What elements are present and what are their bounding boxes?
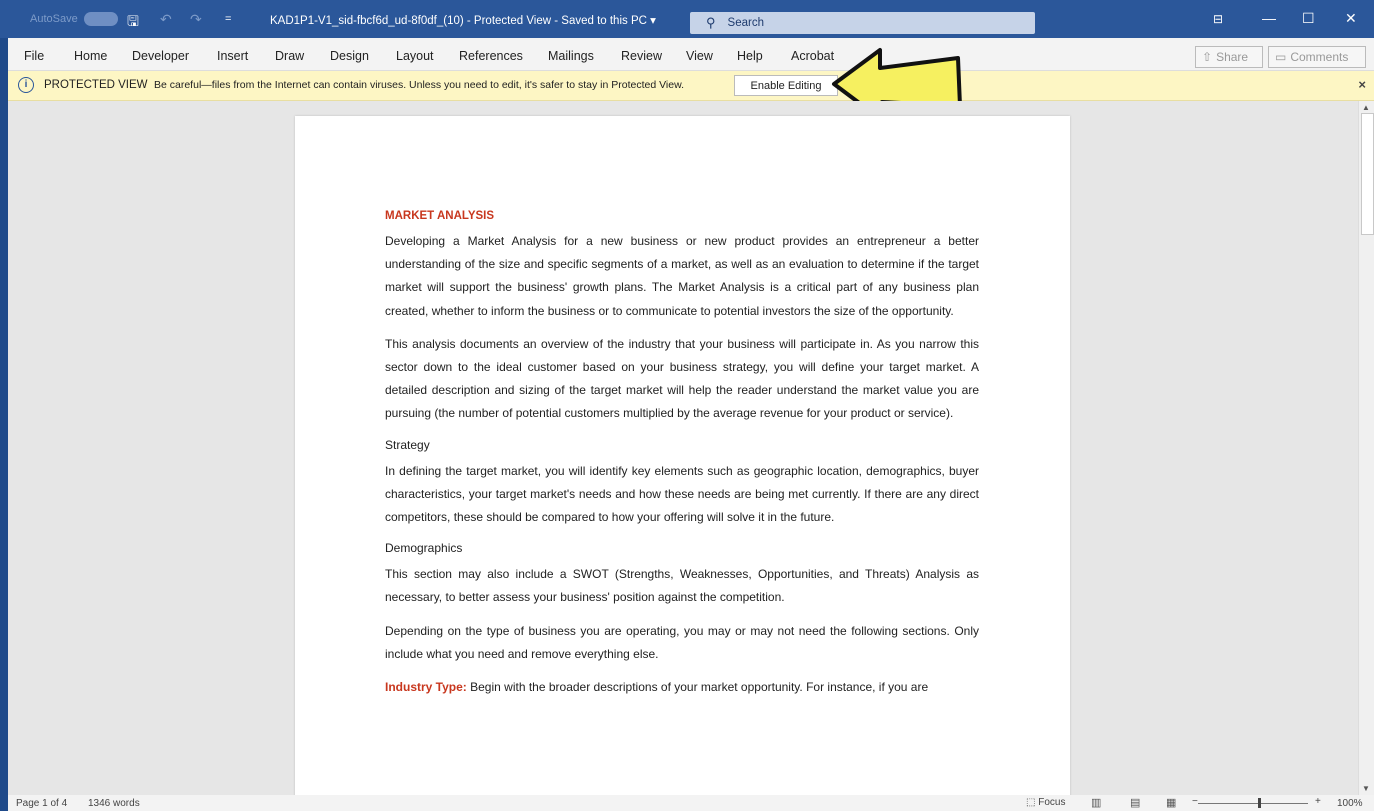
- autosave-label: AutoSave: [30, 13, 78, 25]
- comments-button[interactable]: ▭ Comments: [1268, 46, 1366, 68]
- page-count[interactable]: Page 1 of 4: [16, 798, 67, 809]
- status-bar: Page 1 of 4 1346 words ⬚ Focus ▥ ▤ ▦ − +…: [8, 795, 1374, 811]
- tab-developer[interactable]: Developer: [132, 49, 189, 63]
- search-icon: ⚲: [706, 15, 716, 30]
- focus-label: Focus: [1038, 797, 1066, 808]
- market-analysis-heading: MARKET ANALYSIS: [385, 210, 495, 222]
- search-placeholder: Search: [727, 17, 764, 29]
- protected-view-label: PROTECTED VIEW: [44, 79, 148, 91]
- autosave-control[interactable]: AutoSave: [30, 12, 118, 26]
- ribbon-tabs: File Home Developer Insert Draw Design L…: [8, 38, 1374, 71]
- zoom-level[interactable]: 100%: [1337, 798, 1363, 809]
- tab-design[interactable]: Design: [330, 49, 369, 63]
- tab-insert[interactable]: Insert: [217, 49, 248, 63]
- tab-review[interactable]: Review: [621, 49, 662, 63]
- save-icon[interactable]: 🖫: [127, 11, 139, 35]
- document-title: KAD1P1-V1_sid-fbcf6d_ud-8f0df_(10) - Pro…: [270, 15, 656, 27]
- paragraph-depending: Depending on the type of business you ar…: [385, 623, 979, 661]
- enable-editing-button[interactable]: Enable Editing: [734, 75, 838, 96]
- document-area[interactable]: MARKET ANALYSIS Developing a Market Anal…: [8, 101, 1358, 795]
- paragraph-overview: This analysis documents an overview of t…: [385, 336, 979, 421]
- scroll-up-icon[interactable]: ▲: [1362, 103, 1370, 112]
- tab-layout[interactable]: Layout: [396, 49, 434, 63]
- maximize-icon[interactable]: ☐: [1302, 10, 1315, 27]
- zoom-out-button[interactable]: −: [1192, 796, 1198, 807]
- zoom-slider-thumb[interactable]: [1258, 798, 1261, 808]
- focus-button[interactable]: ⬚ Focus: [1026, 797, 1065, 808]
- tab-mailings[interactable]: Mailings: [548, 49, 594, 63]
- customize-qat-icon[interactable]: =: [225, 13, 231, 25]
- paragraph-intro: Developing a Market Analysis for a new b…: [385, 234, 979, 318]
- search-box[interactable]: ⚲ Search: [690, 12, 1035, 34]
- redo-icon[interactable]: ↷: [190, 11, 202, 28]
- tab-home[interactable]: Home: [74, 49, 107, 63]
- tab-draw[interactable]: Draw: [275, 49, 304, 63]
- comment-icon: ▭: [1275, 50, 1287, 64]
- scroll-down-icon[interactable]: ▼: [1362, 784, 1370, 793]
- page-content: MARKET ANALYSIS Developing a Market Anal…: [385, 210, 979, 709]
- zoom-in-button[interactable]: +: [1315, 796, 1321, 807]
- tab-references[interactable]: References: [459, 49, 523, 63]
- tab-help[interactable]: Help: [737, 49, 763, 63]
- close-bar-icon[interactable]: ×: [1358, 77, 1366, 92]
- ribbon-display-icon[interactable]: ⊟: [1213, 12, 1223, 26]
- document-page[interactable]: MARKET ANALYSIS Developing a Market Anal…: [295, 116, 1070, 795]
- word-count[interactable]: 1346 words: [88, 798, 140, 809]
- close-icon[interactable]: ✕: [1345, 10, 1357, 27]
- industry-type-lead: Industry Type:: [385, 680, 467, 695]
- share-label: Share: [1216, 50, 1249, 64]
- paragraph-strategy: In defining the target market, you will …: [385, 463, 979, 525]
- paragraph-industry: Industry Type: Begin with the broader de…: [385, 676, 979, 699]
- print-layout-icon[interactable]: ▤: [1130, 796, 1140, 809]
- window-frame-edge: [0, 0, 8, 811]
- autosave-toggle[interactable]: [83, 12, 118, 26]
- protected-view-bar: i PROTECTED VIEW Be careful—files from t…: [8, 71, 1374, 101]
- share-button[interactable]: ⇧ Share: [1195, 46, 1263, 68]
- undo-icon[interactable]: ↶: [160, 11, 172, 28]
- strategy-heading: Strategy: [385, 437, 430, 452]
- comments-label: Comments: [1290, 50, 1349, 64]
- tab-acrobat[interactable]: Acrobat: [791, 49, 834, 63]
- zoom-slider[interactable]: [1198, 803, 1308, 804]
- vertical-scrollbar[interactable]: ▲ ▼: [1358, 101, 1374, 795]
- scroll-thumb[interactable]: [1361, 113, 1374, 235]
- demographics-heading: Demographics: [385, 541, 463, 556]
- tab-view[interactable]: View: [686, 49, 713, 63]
- read-mode-icon[interactable]: ▥: [1091, 796, 1101, 809]
- industry-type-text: Begin with the broader descriptions of y…: [466, 680, 929, 695]
- title-bar: AutoSave 🖫 ↶ ↷ = KAD1P1-V1_sid-fbcf6d_ud…: [0, 0, 1374, 38]
- info-icon: i: [18, 77, 34, 93]
- tab-file[interactable]: File: [24, 49, 44, 63]
- minimize-icon[interactable]: —: [1262, 10, 1276, 26]
- focus-icon: ⬚: [1026, 797, 1039, 808]
- protected-view-message: Be careful—files from the Internet can c…: [154, 79, 684, 91]
- web-layout-icon[interactable]: ▦: [1166, 796, 1176, 809]
- paragraph-demographics: This section may also include a SWOT (St…: [385, 567, 979, 605]
- share-icon: ⇧: [1202, 50, 1213, 64]
